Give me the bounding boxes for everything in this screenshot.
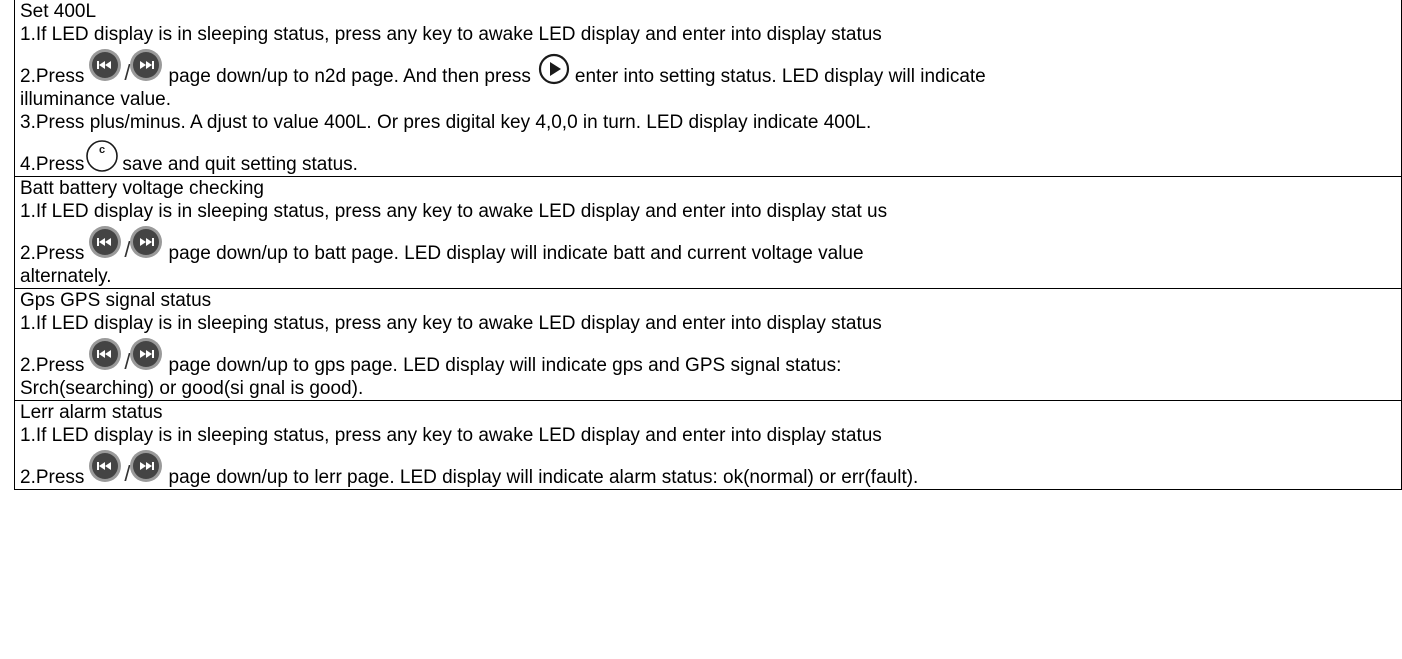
step-2-prefix: 2.Press — [20, 355, 85, 376]
step-2-continued: Srch(searching) or good(si gnal is good)… — [20, 378, 364, 399]
step-2: 2.Press / page down/up to n2d page. And … — [20, 46, 1401, 88]
section-batt: Batt battery voltage checking 1.If LED d… — [15, 176, 1401, 288]
svg-text:c: c — [99, 144, 105, 156]
step-2-prefix: 2.Press — [20, 66, 85, 87]
step-2-suffix: page down/up to batt page. LED display w… — [168, 243, 864, 264]
step-3: 3.Press plus/minus. A djust to value 400… — [20, 112, 872, 133]
next-track-icon — [129, 226, 162, 258]
previous-track-icon — [89, 450, 122, 482]
step-1: 1.If LED display is in sleeping status, … — [20, 201, 888, 222]
page-buttons: / — [88, 49, 162, 84]
step-2-continued: alternately. — [20, 266, 112, 287]
previous-track-icon — [89, 226, 122, 258]
next-track-icon — [129, 49, 162, 81]
c-key-icon: c — [86, 140, 119, 172]
section-title: Gps GPS signal status — [20, 290, 212, 311]
section-title: Lerr alarm status — [20, 402, 163, 423]
step-4-prefix: 4.Press — [20, 154, 85, 175]
step-4: 4.Press c save and quit setting status. — [20, 134, 1401, 176]
next-track-icon — [129, 450, 162, 482]
step-2-suffix: page down/up to gps page. LED display wi… — [168, 355, 842, 376]
step-2: 2.Press / page down/up to lerr page. LED… — [20, 447, 1401, 489]
step-4-suffix: save and quit setting status. — [122, 154, 358, 175]
step-2: 2.Press / page down/up to batt page. LED… — [20, 223, 1401, 265]
step-2-prefix: 2.Press — [20, 243, 85, 264]
section-title: Set 400L — [20, 1, 97, 22]
previous-track-icon — [89, 338, 122, 370]
step-2-suffix: page down/up to lerr page. LED display w… — [168, 467, 919, 488]
step-1: 1.If LED display is in sleeping status, … — [20, 24, 882, 45]
step-2: 2.Press / page down/up to gps page. LED … — [20, 335, 1401, 377]
step-1: 1.If LED display is in sleeping status, … — [20, 313, 882, 334]
previous-track-icon — [89, 49, 122, 81]
section-title: Batt battery voltage checking — [20, 178, 264, 199]
step-2-suffix: enter into setting status. LED display w… — [574, 66, 986, 87]
step-1: 1.If LED display is in sleeping status, … — [20, 425, 882, 446]
next-track-icon — [129, 338, 162, 370]
play-icon — [538, 53, 570, 85]
page-buttons: / — [88, 226, 162, 261]
section-lerr: Lerr alarm status 1.If LED display is in… — [15, 400, 1401, 489]
section-set-400l: Set 400L 1.If LED display is in sleeping… — [15, 0, 1401, 176]
step-2-prefix: 2.Press — [20, 467, 85, 488]
section-gps: Gps GPS signal status 1.If LED display i… — [15, 288, 1401, 400]
page-buttons: / — [88, 450, 162, 485]
instruction-table: Set 400L 1.If LED display is in sleeping… — [14, 0, 1402, 490]
step-2-continued: illuminance value. — [20, 89, 172, 110]
step-2-mid: page down/up to n2d page. And then press — [168, 66, 531, 87]
page-buttons: / — [88, 338, 162, 373]
